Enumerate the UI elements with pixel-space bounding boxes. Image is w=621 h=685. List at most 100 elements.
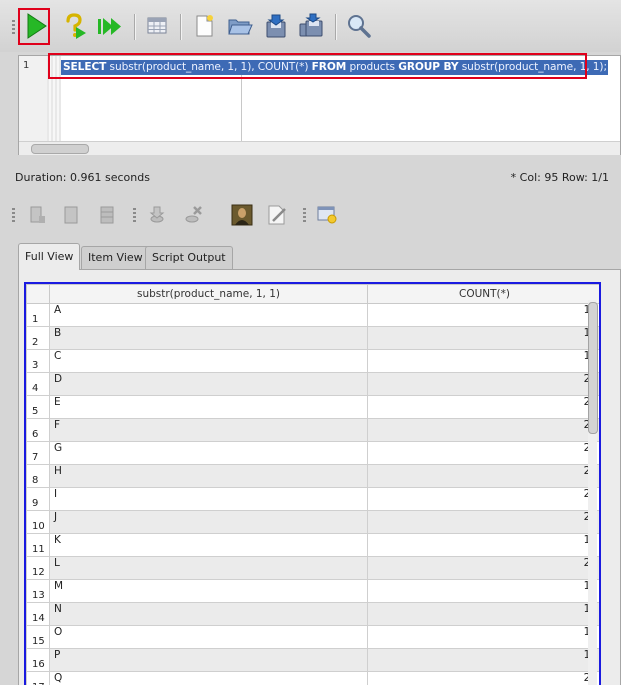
row-number[interactable]: 1 (26, 303, 50, 327)
count-cell[interactable]: 19 (367, 648, 599, 672)
delete-button[interactable] (182, 204, 204, 226)
letter-cell[interactable]: A (49, 303, 368, 327)
toolbar-grip[interactable] (133, 208, 136, 222)
count-cell[interactable]: 16 (367, 349, 599, 373)
find-button[interactable] (345, 12, 373, 40)
freeze-view-button[interactable] (26, 204, 48, 226)
tab-script-output[interactable]: Script Output (145, 246, 233, 269)
count-cell[interactable]: 23 (367, 372, 599, 396)
scrollbar-thumb[interactable] (588, 302, 598, 434)
letter-cell[interactable]: G (49, 441, 368, 465)
table-row[interactable]: 3C16 (26, 349, 599, 373)
letter-cell[interactable]: J (49, 510, 368, 534)
count-cell[interactable]: 17 (367, 602, 599, 626)
row-number[interactable]: 14 (26, 602, 50, 626)
letter-cell[interactable]: P (49, 648, 368, 672)
table-row[interactable]: 11K19 (26, 533, 599, 557)
scrollbar-thumb[interactable] (31, 144, 89, 154)
letter-cell[interactable]: D (49, 372, 368, 396)
table-row[interactable]: 8H25 (26, 464, 599, 488)
count-cell[interactable]: 19 (367, 533, 599, 557)
row-number-header[interactable] (26, 284, 50, 304)
table-row[interactable]: 17Q21 (26, 671, 599, 685)
row-number[interactable]: 10 (26, 510, 50, 534)
letter-cell[interactable]: Q (49, 671, 368, 685)
row-number[interactable]: 11 (26, 533, 50, 557)
row-number[interactable]: 2 (26, 326, 50, 350)
tab-full-view[interactable]: Full View (18, 243, 81, 270)
letter-cell[interactable]: I (49, 487, 368, 511)
save-button[interactable] (262, 12, 290, 40)
count-cell[interactable]: 25 (367, 464, 599, 488)
row-number[interactable]: 17 (26, 671, 50, 685)
table-row[interactable]: 4D23 (26, 372, 599, 396)
row-number[interactable]: 9 (26, 487, 50, 511)
row-number[interactable]: 4 (26, 372, 50, 396)
pin-button[interactable] (60, 204, 82, 226)
row-number[interactable]: 6 (26, 418, 50, 442)
count-cell[interactable]: 16 (367, 303, 599, 327)
row-number[interactable]: 5 (26, 395, 50, 419)
image-view-button[interactable] (231, 204, 253, 226)
table-row[interactable]: 7G20 (26, 441, 599, 465)
count-cell[interactable]: 20 (367, 441, 599, 465)
results-grid[interactable]: substr(product_name, 1, 1) COUNT(*) 1A16… (24, 282, 601, 685)
count-cell[interactable]: 20 (367, 418, 599, 442)
count-cell[interactable]: 21 (367, 671, 599, 685)
count-cell[interactable]: 18 (367, 625, 599, 649)
table-row[interactable]: 6F20 (26, 418, 599, 442)
table-row[interactable]: 13M18 (26, 579, 599, 603)
letter-cell[interactable]: L (49, 556, 368, 580)
table-row[interactable]: 14N17 (26, 602, 599, 626)
split-button[interactable] (96, 204, 118, 226)
open-file-button[interactable] (226, 12, 254, 40)
toolbar-grip[interactable] (12, 208, 15, 222)
table-row[interactable]: 5E21 (26, 395, 599, 419)
letter-cell[interactable]: C (49, 349, 368, 373)
letter-cell[interactable]: F (49, 418, 368, 442)
letter-cell[interactable]: N (49, 602, 368, 626)
detach-button[interactable] (316, 204, 338, 226)
table-row[interactable]: 12L23 (26, 556, 599, 580)
row-number[interactable]: 7 (26, 441, 50, 465)
new-file-button[interactable] (190, 12, 218, 40)
table-row[interactable]: 1A16 (26, 303, 599, 327)
letter-cell[interactable]: M (49, 579, 368, 603)
row-number[interactable]: 15 (26, 625, 50, 649)
edit-icon (268, 205, 286, 225)
table-row[interactable]: 9I21 (26, 487, 599, 511)
editor-horizontal-scrollbar[interactable] (19, 141, 620, 155)
row-number[interactable]: 16 (26, 648, 50, 672)
column-header[interactable]: COUNT(*) (367, 284, 599, 304)
letter-cell[interactable]: E (49, 395, 368, 419)
autotrace-button[interactable] (143, 12, 171, 40)
letter-cell[interactable]: O (49, 625, 368, 649)
table-row[interactable]: 16P19 (26, 648, 599, 672)
table-row[interactable]: 2B15 (26, 326, 599, 350)
letter-cell[interactable]: B (49, 326, 368, 350)
count-cell[interactable]: 23 (367, 510, 599, 534)
grid-vertical-scrollbar[interactable] (588, 300, 598, 685)
letter-cell[interactable]: H (49, 464, 368, 488)
export-button[interactable] (146, 204, 168, 226)
count-cell[interactable]: 21 (367, 487, 599, 511)
count-cell[interactable]: 21 (367, 395, 599, 419)
row-number[interactable]: 13 (26, 579, 50, 603)
toolbar-grip[interactable] (303, 208, 306, 222)
row-number[interactable]: 12 (26, 556, 50, 580)
edit-button[interactable] (266, 204, 288, 226)
table-row[interactable]: 10J23 (26, 510, 599, 534)
explain-plan-button[interactable] (60, 12, 88, 40)
row-number[interactable]: 8 (26, 464, 50, 488)
tab-item-view[interactable]: Item View (81, 246, 150, 269)
count-cell[interactable]: 18 (367, 579, 599, 603)
column-header[interactable]: substr(product_name, 1, 1) (49, 284, 368, 304)
row-number[interactable]: 3 (26, 349, 50, 373)
save-as-button[interactable] (297, 12, 325, 40)
toolbar-grip[interactable] (12, 20, 15, 34)
count-cell[interactable]: 23 (367, 556, 599, 580)
table-row[interactable]: 15O18 (26, 625, 599, 649)
letter-cell[interactable]: K (49, 533, 368, 557)
count-cell[interactable]: 15 (367, 326, 599, 350)
run-script-button[interactable] (96, 12, 124, 40)
